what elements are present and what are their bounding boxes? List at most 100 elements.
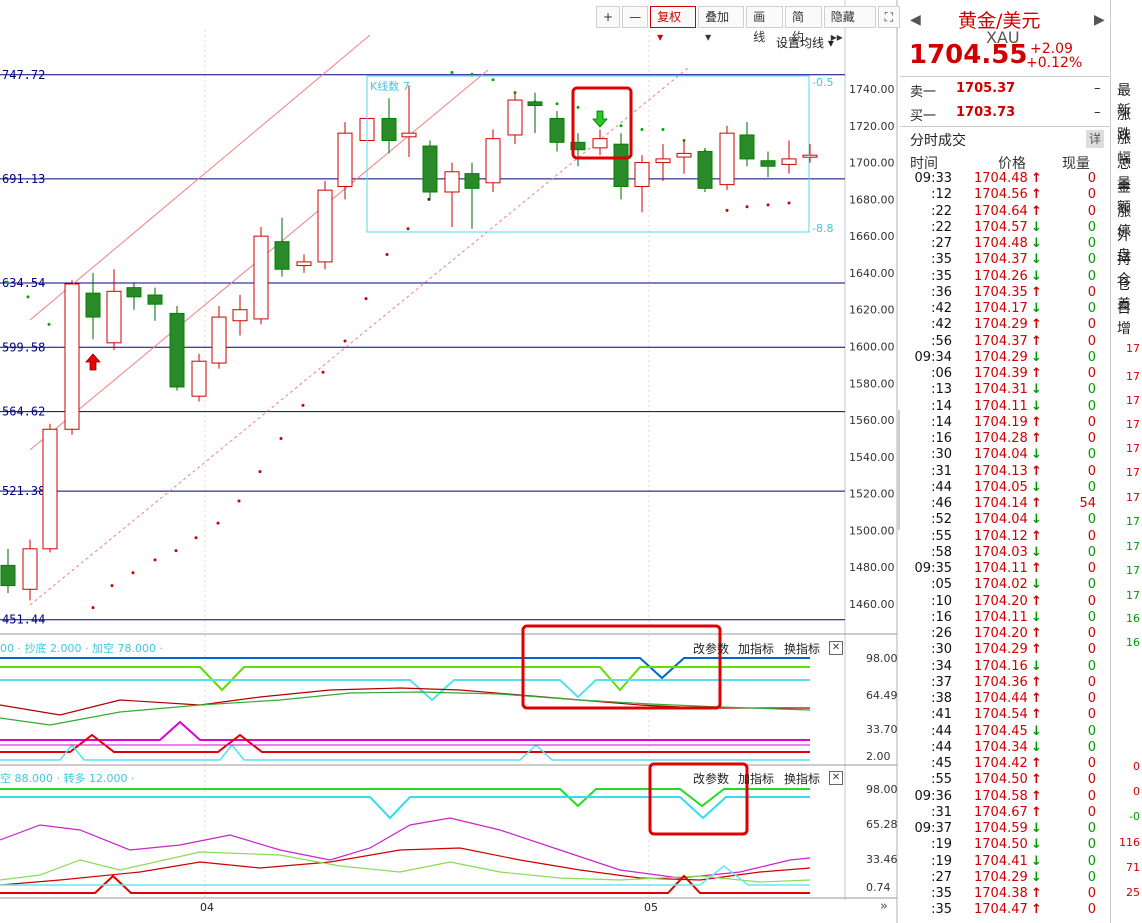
trade-row[interactable]: :41 1704.54 ↑ 0 [900, 707, 1100, 723]
trade-volume: 0 [1087, 593, 1096, 609]
trade-row[interactable]: :22 1704.64 ↑ 0 [900, 204, 1100, 220]
trade-row[interactable]: :35 1704.26 ↓ 0 [900, 269, 1100, 285]
trade-row[interactable]: :38 1704.44 ↑ 0 [900, 691, 1100, 707]
trade-row[interactable]: :55 1704.12 ↑ 0 [900, 529, 1100, 545]
trade-row[interactable]: :16 1704.28 ↑ 0 [900, 431, 1100, 447]
trade-time: :36 [931, 284, 952, 300]
trade-row[interactable]: :44 1704.34 ↓ 0 [900, 740, 1100, 756]
candle-body [253, 235, 269, 320]
set-ma-dropdown[interactable]: 设置均线 ▾ [776, 34, 834, 51]
huaxian-button[interactable]: 画线 [746, 6, 784, 44]
trade-row[interactable]: :19 1704.50 ↓ 0 [900, 837, 1100, 853]
ind1-close-icon[interactable]: ✕ [829, 641, 843, 655]
trade-row[interactable]: :42 1704.29 ↑ 0 [900, 317, 1100, 333]
ind1-add-button[interactable]: 加指标 [738, 640, 774, 657]
trade-row[interactable]: :37 1704.36 ↑ 0 [900, 675, 1100, 691]
trade-row[interactable]: 09:37 1704.59 ↓ 0 [900, 821, 1100, 837]
trade-row[interactable]: :19 1704.41 ↓ 0 [900, 854, 1100, 870]
arrow-up-icon: ↑ [1031, 626, 1042, 641]
trade-row[interactable]: 09:35 1704.11 ↑ 0 [900, 561, 1100, 577]
trade-row[interactable]: :14 1704.11 ↓ 0 [900, 399, 1100, 415]
trade-row[interactable]: :30 1704.29 ↑ 0 [900, 642, 1100, 658]
candle-body [337, 132, 353, 187]
arrow-up-icon: ↑ [1031, 886, 1042, 901]
zoom-in-button[interactable]: + [596, 6, 621, 28]
sar-dot [279, 436, 283, 440]
trade-price: 1704.37 [974, 333, 1028, 349]
level-label: 451.44 [2, 613, 45, 627]
trade-row[interactable]: :05 1704.02 ↓ 0 [900, 577, 1100, 593]
trades-detail-button[interactable]: 详 [1086, 130, 1104, 148]
ind2-params-button[interactable]: 改参数 [693, 770, 729, 787]
jianyue-button[interactable]: 简约 [785, 6, 822, 44]
ind2-close-icon[interactable]: ✕ [829, 771, 843, 785]
candle-body [676, 152, 692, 158]
arrow-down-icon: ↓ [1031, 382, 1042, 398]
trade-row[interactable]: :35 1704.38 ↑ 0 [900, 886, 1100, 902]
ind1-switch-button[interactable]: 换指标 [784, 640, 820, 657]
trade-row[interactable]: :13 1704.31 ↓ 0 [900, 382, 1100, 398]
candle-body [697, 151, 713, 189]
kline-chart-area[interactable]: 747.72 691.13 634.54 599.58 564.62 521.38 451.… [0, 0, 900, 923]
trade-row[interactable]: :12 1704.56 ↑ 0 [900, 187, 1100, 203]
trade-price: 1704.54 [974, 707, 1028, 723]
ind1-params-button[interactable]: 改参数 [693, 640, 729, 657]
trades-title: 分时成交 [910, 133, 966, 149]
zoom-out-button[interactable]: — [622, 6, 649, 28]
scroll-right-icon[interactable]: » [880, 899, 888, 914]
trade-volume: 0 [1087, 626, 1096, 641]
trade-row[interactable]: :46 1704.14 ↑ 54 [900, 496, 1100, 512]
trade-row[interactable]: :27 1704.29 ↓ 0 [900, 870, 1100, 886]
bid-row: 买一 1703.73 – [910, 105, 1101, 124]
trade-row[interactable]: :27 1704.48 ↓ 0 [900, 236, 1100, 252]
trade-row[interactable]: :16 1704.11 ↓ 0 [900, 610, 1100, 626]
level-label: 564.62 [2, 405, 45, 419]
trade-row[interactable]: :26 1704.20 ↑ 0 [900, 626, 1100, 642]
trade-price: 1704.02 [974, 577, 1028, 593]
fullscreen-icon[interactable]: ⛶ [877, 6, 900, 28]
trade-row[interactable]: :35 1704.37 ↓ 0 [900, 252, 1100, 268]
trade-row[interactable]: :55 1704.50 ↑ 0 [900, 772, 1100, 788]
trade-row[interactable]: :42 1704.17 ↓ 0 [900, 301, 1100, 317]
trade-row[interactable]: :14 1704.19 ↑ 0 [900, 415, 1100, 431]
price-tick: 1640.00 [849, 267, 895, 280]
sar-dot [745, 205, 749, 209]
trade-row[interactable]: :58 1704.03 ↓ 0 [900, 545, 1100, 561]
yincang-button[interactable]: 隐藏 ▸▸ [823, 6, 876, 44]
price-tick: 1560.00 [849, 414, 895, 427]
trade-row[interactable]: :31 1704.13 ↑ 0 [900, 464, 1100, 480]
sar-dot [766, 203, 770, 207]
trade-row[interactable]: :52 1704.04 ↓ 0 [900, 512, 1100, 528]
arrow-down-icon: ↓ [1031, 236, 1042, 251]
ind2-add-button[interactable]: 加指标 [738, 770, 774, 787]
trade-row[interactable]: :30 1704.04 ↓ 0 [900, 447, 1100, 463]
sar-dot [5, 280, 9, 284]
trade-row[interactable]: 09:34 1704.29 ↓ 0 [900, 350, 1100, 366]
trade-row[interactable]: :44 1704.05 ↓ 0 [900, 480, 1100, 496]
sar-dot [406, 227, 410, 231]
next-symbol-icon[interactable]: ▶ [1094, 12, 1105, 28]
prev-symbol-icon[interactable]: ◀ [910, 12, 921, 28]
trade-volume: 0 [1087, 756, 1096, 771]
level-label: 521.38 [2, 484, 45, 498]
candle-body [64, 283, 80, 430]
trade-time: :55 [931, 772, 952, 788]
trade-row[interactable]: :31 1704.67 ↑ 0 [900, 805, 1100, 821]
trade-row[interactable]: :36 1704.35 ↑ 0 [900, 285, 1100, 301]
trade-row[interactable]: :22 1704.57 ↓ 0 [900, 220, 1100, 236]
trade-row[interactable]: :56 1704.37 ↑ 0 [900, 334, 1100, 350]
trade-row[interactable]: 09:33 1704.48 ↑ 0 [900, 171, 1100, 187]
trade-row[interactable]: 09:36 1704.58 ↑ 0 [900, 789, 1100, 805]
trade-row[interactable]: :44 1704.45 ↓ 0 [900, 724, 1100, 740]
trade-row[interactable]: :06 1704.39 ↑ 0 [900, 366, 1100, 382]
trade-row[interactable]: :35 1704.47 ↑ 0 [900, 902, 1100, 918]
ind2-switch-button[interactable]: 换指标 [784, 770, 820, 787]
trade-row[interactable]: :45 1704.42 ↑ 0 [900, 756, 1100, 772]
trade-row[interactable]: :10 1704.20 ↑ 0 [900, 594, 1100, 610]
trade-row[interactable]: :34 1704.16 ↓ 0 [900, 659, 1100, 675]
fuquan-dropdown[interactable]: 复权 ▾ [650, 6, 697, 44]
trade-volume: 0 [1087, 658, 1096, 674]
diejia-dropdown[interactable]: 叠加 ▾ [698, 6, 745, 44]
arrow-down-icon: ↓ [1031, 219, 1042, 235]
arrow-up-icon: ↑ [1031, 772, 1042, 788]
